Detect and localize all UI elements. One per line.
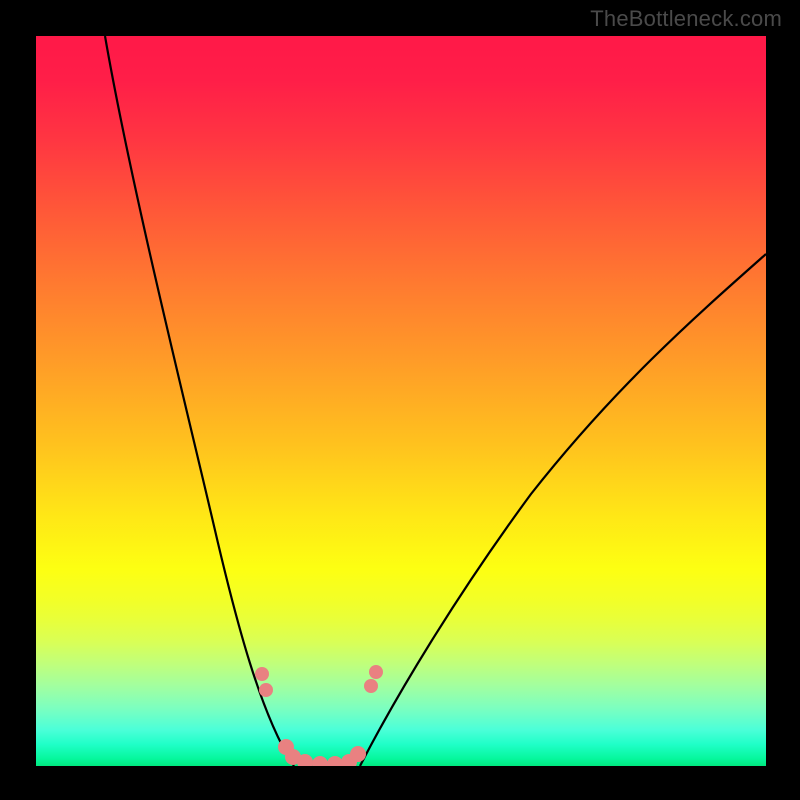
- curve-layer: [36, 36, 766, 766]
- chart-frame: TheBottleneck.com: [0, 0, 800, 800]
- marker-dot: [350, 746, 366, 762]
- curve-left-branch: [105, 36, 294, 766]
- marker-dot: [312, 756, 328, 766]
- marker-dot: [255, 667, 269, 681]
- marker-dot: [327, 756, 343, 766]
- marker-group: [255, 665, 383, 766]
- marker-dot: [259, 683, 273, 697]
- curve-right-branch: [360, 254, 766, 766]
- plot-area: [36, 36, 766, 766]
- watermark-text: TheBottleneck.com: [590, 6, 782, 32]
- marker-dot: [369, 665, 383, 679]
- marker-dot: [364, 679, 378, 693]
